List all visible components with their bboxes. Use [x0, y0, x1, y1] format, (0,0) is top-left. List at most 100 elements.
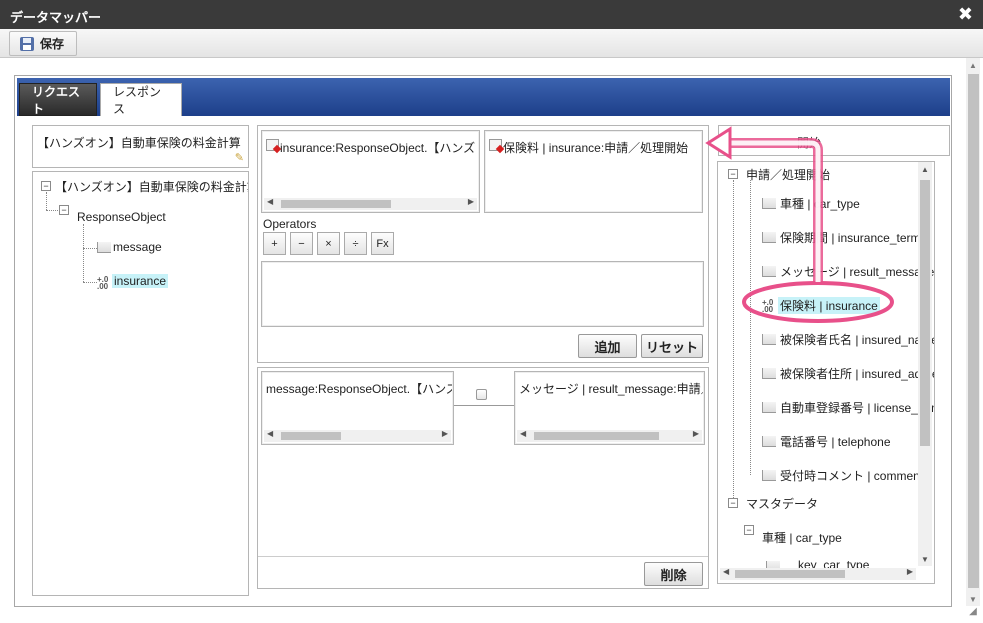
mapped-source-label: message:ResponseObject.【ハンズ — [266, 382, 452, 396]
mapped-list-divider — [258, 556, 708, 557]
scroll-down-icon[interactable]: ▼ — [969, 595, 977, 604]
page-scrollbar[interactable]: ▲ ▼ — [966, 58, 980, 606]
save-button-label: 保存 — [40, 37, 65, 51]
toolbar: 保存 — [0, 29, 983, 58]
field-icon — [762, 198, 776, 209]
collapse-icon[interactable]: − — [41, 181, 51, 191]
divide-button[interactable]: ÷ — [344, 232, 367, 255]
right-tree-panel: − 申請／処理開始 車種 | car_type 保険期間 | insurance… — [717, 161, 935, 584]
scroll-right-icon[interactable]: ▶ — [907, 567, 913, 576]
target-field-label: 保険料 | insurance:申請／処理開始 — [503, 141, 689, 155]
delete-button[interactable]: 削除 — [644, 562, 703, 586]
tree-connector — [83, 282, 97, 283]
mapped-target-label: メッセージ | result_message:申請／ — [519, 382, 703, 396]
mapping-checkbox[interactable] — [476, 389, 487, 400]
tree-field-comment[interactable]: 受付時コメント | comment — [780, 467, 923, 484]
mapped-source-hscroll[interactable]: ◀ ▶ — [264, 429, 451, 442]
tree-connector — [83, 248, 97, 249]
resize-grip-icon[interactable]: ◢ — [966, 606, 980, 620]
tab-request[interactable]: リクエスト — [19, 83, 97, 116]
reset-button[interactable]: リセット — [641, 334, 703, 358]
tree-connector — [83, 224, 84, 282]
plus-button[interactable]: + — [263, 232, 286, 255]
field-icon — [97, 242, 111, 253]
source-field-label: insurance:ResponseObject.【ハンズオ — [280, 141, 476, 155]
tab-bar: リクエスト レスポンス — [17, 78, 950, 116]
tab-response[interactable]: レスポンス — [100, 83, 182, 116]
add-button[interactable]: 追加 — [578, 334, 637, 358]
tree-connector — [750, 180, 751, 475]
scroll-down-icon[interactable]: ▼ — [921, 555, 929, 564]
source-field-box[interactable]: insurance:ResponseObject.【ハンズオ ◀ ▶ — [261, 130, 480, 213]
page-scrollbar-thumb[interactable] — [968, 74, 979, 588]
collapse-icon[interactable]: − — [728, 169, 738, 179]
save-button[interactable]: 保存 — [9, 31, 77, 56]
field-icon — [762, 470, 776, 481]
source-hscroll-thumb[interactable] — [281, 200, 391, 208]
tree-root-label[interactable]: 【ハンズオン】自動車保険の料金計算 — [55, 178, 248, 195]
scroll-left-icon[interactable]: ◀ — [267, 429, 273, 438]
collapse-icon[interactable]: − — [728, 498, 738, 508]
tree-node-responseobject[interactable]: ResponseObject — [77, 210, 166, 224]
scroll-left-icon[interactable]: ◀ — [520, 429, 526, 438]
minus-button[interactable]: − — [290, 232, 313, 255]
tree-connector — [46, 210, 58, 211]
scroll-right-icon[interactable]: ▶ — [442, 429, 448, 438]
mapped-source-hscroll-thumb[interactable] — [281, 432, 341, 440]
scroll-right-icon[interactable]: ▶ — [468, 197, 474, 206]
window-title: データマッパー — [10, 10, 102, 25]
left-panel-title: 【ハンズオン】自動車保険の料金計算 — [37, 136, 241, 150]
operators-label: Operators — [263, 217, 317, 231]
tree-field-result-message[interactable]: メッセージ | result_message — [780, 263, 934, 280]
broken-image-icon — [489, 139, 502, 151]
collapse-icon[interactable]: − — [59, 205, 69, 215]
tree-connector — [46, 192, 47, 210]
field-icon — [762, 232, 776, 243]
numeric-icon: +.0.00 — [97, 275, 109, 291]
field-icon — [762, 436, 776, 447]
tree-field-license-number[interactable]: 自動車登録番号 | license_number — [780, 399, 934, 416]
field-icon — [762, 402, 776, 413]
edit-pencil-icon[interactable]: ✎ — [235, 151, 244, 164]
scroll-up-icon[interactable]: ▲ — [969, 61, 977, 70]
tree-group-application[interactable]: 申請／処理開始 — [746, 166, 830, 183]
close-icon[interactable]: ✖ — [958, 4, 973, 25]
right-panel-header: 開始 — [718, 125, 950, 156]
tree-group-master-data[interactable]: マスタデータ — [746, 495, 818, 512]
scroll-right-icon[interactable]: ▶ — [693, 429, 699, 438]
tree-leaf-insurance[interactable]: insurance — [112, 274, 169, 288]
tree-connector — [733, 180, 734, 500]
tree-field-telephone[interactable]: 電話番号 | telephone — [780, 433, 891, 450]
mapped-target-hscroll-thumb[interactable] — [534, 432, 659, 440]
mapped-source-box[interactable]: message:ResponseObject.【ハンズ ◀ ▶ — [261, 371, 454, 445]
tree-node-car-type[interactable]: 車種 | car_type — [762, 529, 842, 546]
floppy-disk-icon — [20, 36, 34, 51]
tree-field-insured-name[interactable]: 被保険者氏名 | insured_name — [780, 331, 934, 348]
right-tree-vscroll-thumb[interactable] — [920, 180, 930, 446]
scroll-up-icon[interactable]: ▲ — [921, 165, 929, 174]
numeric-icon: +.0.00 — [762, 298, 774, 314]
scroll-left-icon[interactable]: ◀ — [267, 197, 273, 206]
collapse-icon[interactable]: − — [744, 525, 754, 535]
source-hscroll[interactable]: ◀ ▶ — [264, 197, 477, 210]
function-button[interactable]: Fx — [371, 232, 394, 255]
tree-field-insurance-term[interactable]: 保険期間 | insurance_term — [780, 229, 921, 246]
broken-image-icon — [266, 139, 279, 151]
right-tree-vscroll[interactable]: ▲ ▼ — [918, 162, 932, 566]
mapped-target-hscroll[interactable]: ◀ ▶ — [517, 429, 702, 442]
tree-field-insured-address[interactable]: 被保険者住所 | insured_address — [780, 365, 934, 382]
tree-leaf-message[interactable]: message — [113, 240, 162, 254]
tree-field-car-type[interactable]: 車種 | car_type — [780, 195, 860, 212]
target-field-box[interactable]: 保険料 | insurance:申請／処理開始 — [484, 130, 703, 213]
left-tree-panel: − 【ハンズオン】自動車保険の料金計算 − ResponseObject mes… — [32, 171, 249, 596]
multiply-button[interactable]: × — [317, 232, 340, 255]
tree-field-insurance[interactable]: 保険料 | insurance — [778, 297, 880, 314]
expression-area[interactable] — [261, 261, 704, 327]
left-panel-header: 【ハンズオン】自動車保険の料金計算 ✎ — [32, 125, 249, 168]
mapped-target-box[interactable]: メッセージ | result_message:申請／ ◀ ▶ — [514, 371, 705, 445]
scroll-left-icon[interactable]: ◀ — [723, 567, 729, 576]
right-tree-hscroll[interactable]: ◀ ▶ — [720, 567, 916, 580]
mapping-connector-line — [454, 405, 514, 406]
right-tree-hscroll-thumb[interactable] — [735, 570, 845, 578]
window-titlebar: データマッパー ✖ — [0, 0, 983, 29]
